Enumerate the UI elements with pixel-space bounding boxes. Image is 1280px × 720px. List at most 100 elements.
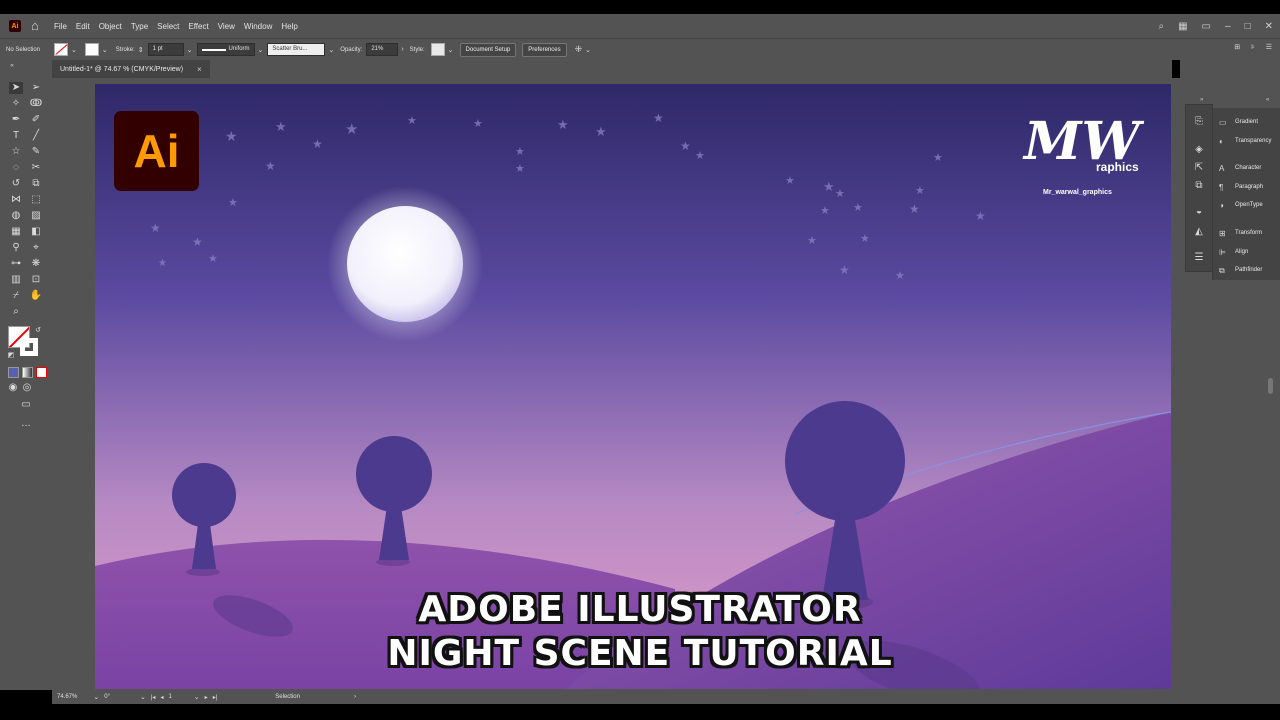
width-tool-icon[interactable]: ⋈ — [9, 194, 23, 206]
artboard-number-field[interactable]: 1 — [168, 694, 171, 700]
gradient-mode-icon[interactable] — [20, 367, 34, 379]
direct-selection-tool-icon[interactable]: ➢ — [29, 82, 43, 94]
menu-effect[interactable]: Effect — [188, 22, 208, 31]
artboard-tool-icon[interactable]: ⊡ — [29, 274, 43, 286]
chevron-down-icon[interactable]: ⌄ — [448, 46, 454, 54]
none-mode-icon[interactable] — [34, 367, 48, 379]
measure-tool-icon[interactable]: ⌖ — [29, 242, 43, 254]
last-artboard-icon[interactable]: ▸| — [213, 694, 218, 701]
hand-tool-icon[interactable]: ✋ — [29, 290, 43, 302]
menu-object[interactable]: Object — [99, 22, 122, 31]
document-setup-button[interactable]: Document Setup — [459, 42, 517, 57]
workspace-icon[interactable]: ▭ — [1202, 21, 1211, 32]
stroke-weight-field[interactable]: 1 pt — [147, 43, 184, 56]
panel-transparency[interactable]: ◐ Transparency — [1219, 134, 1271, 148]
graph-tool-icon[interactable]: ▥ — [9, 274, 23, 286]
close-tab-icon[interactable]: × — [197, 65, 202, 74]
menu-window[interactable]: Window — [244, 22, 272, 31]
swap-fill-stroke-icon[interactable]: ↺ — [31, 325, 45, 337]
menu-select[interactable]: Select — [157, 22, 179, 31]
next-artboard-icon[interactable]: ▸ — [205, 694, 208, 701]
star-tool-icon[interactable]: ☆ — [9, 146, 23, 158]
opacity-field[interactable]: 21% — [366, 43, 399, 56]
color-mode-icon[interactable] — [6, 367, 20, 379]
menu-help[interactable]: Help — [281, 22, 297, 31]
properties-icon[interactable]: ⎘ — [1192, 115, 1206, 129]
zoom-tool-icon[interactable]: ⌕ — [9, 306, 23, 318]
menu-edit[interactable]: Edit — [76, 22, 90, 31]
scissors-tool-icon[interactable]: ✂ — [29, 162, 43, 174]
chevron-down-icon[interactable]: ⌄ — [71, 46, 77, 54]
line-tool-icon[interactable]: ╱ — [29, 130, 43, 142]
draw-normal-icon[interactable]: ◉ — [6, 382, 20, 394]
chevron-down-icon[interactable]: ⌄ — [93, 693, 99, 701]
shape-builder-tool-icon[interactable]: ◍ — [9, 210, 23, 222]
rotate-tool-icon[interactable]: ↺ — [9, 178, 23, 190]
arrange-icon[interactable]: ⁜ — [575, 44, 583, 55]
style-swatch[interactable] — [430, 43, 445, 56]
home-icon[interactable]: ⌂ — [31, 19, 45, 33]
menu-list-icon[interactable]: ☰ — [1192, 251, 1206, 265]
curvature-tool-icon[interactable]: ✐ — [29, 114, 43, 126]
panel-character[interactable]: A Character — [1219, 161, 1261, 175]
eyedropper-tool-icon[interactable]: ⚲ — [9, 242, 23, 254]
panel-align[interactable]: ⊫ Align — [1219, 245, 1248, 259]
lasso-tool-icon[interactable]: ↂ — [29, 98, 43, 110]
document-tab[interactable]: Untitled-1* @ 74.67 % (CMYK/Preview) × — [52, 60, 210, 78]
align-icon[interactable]: ⊧ — [1251, 43, 1255, 51]
close-icon[interactable]: ✕ — [1265, 21, 1273, 32]
arrange-documents-icon[interactable]: ▦ — [1178, 21, 1187, 32]
graphic-styles-icon[interactable]: ◭ — [1192, 225, 1206, 239]
expand-panels-icon[interactable]: » — [1200, 97, 1203, 103]
stroke-profile-dropdown[interactable]: Uniform — [196, 43, 255, 56]
rotation-field[interactable]: 0° — [104, 694, 110, 700]
layers-icon[interactable]: ◈ — [1192, 143, 1206, 157]
chevron-down-icon[interactable]: ⌄ — [258, 46, 264, 54]
chevron-down-icon[interactable]: ⌄ — [194, 693, 200, 701]
pen-tool-icon[interactable]: ✒ — [9, 114, 23, 126]
panel-pathfinder[interactable]: ⧉ Pathfinder — [1219, 263, 1262, 277]
chevron-down-icon[interactable]: ⌄ — [585, 46, 591, 54]
libraries-icon[interactable]: ⧉ — [1192, 179, 1206, 193]
scale-tool-icon[interactable]: ⧉ — [29, 178, 43, 190]
align-options-icon[interactable]: ⊞ — [1234, 43, 1240, 51]
fill-swatch[interactable] — [54, 43, 69, 56]
symbol-sprayer-tool-icon[interactable]: ❋ — [29, 258, 43, 270]
brush-dropdown[interactable]: Scatter Bru... — [267, 43, 326, 56]
export-icon[interactable]: ⇱ — [1192, 161, 1206, 175]
draw-behind-icon[interactable]: ◎ — [20, 382, 34, 394]
panel-menu-icon[interactable]: ☰ — [1266, 43, 1272, 51]
chevron-down-icon[interactable]: ⌄ — [328, 46, 334, 54]
magic-wand-tool-icon[interactable]: ✧ — [9, 98, 23, 110]
gradient-tool-icon[interactable]: ◧ — [29, 226, 43, 238]
preferences-button[interactable]: Preferences — [522, 42, 567, 57]
vertical-scrollbar-thumb[interactable] — [1268, 378, 1273, 394]
free-transform-tool-icon[interactable]: ⬚ — [29, 194, 43, 206]
paintbrush-tool-icon[interactable]: ✎ — [29, 146, 43, 158]
panel-transform[interactable]: ⊞ Transform — [1219, 226, 1262, 240]
chevron-down-icon[interactable]: ⌄ — [102, 46, 108, 54]
search-icon[interactable]: ⌕ — [1158, 21, 1164, 32]
zoom-field[interactable]: 74.67% — [57, 694, 77, 700]
status-menu-icon[interactable]: › — [354, 694, 356, 700]
default-colors-icon[interactable]: ◩ — [4, 350, 18, 362]
menu-file[interactable]: File — [54, 22, 67, 31]
stepper-icon[interactable]: ⇕ — [138, 46, 144, 54]
more-tools-icon[interactable]: … — [19, 418, 33, 430]
type-tool-icon[interactable]: T — [9, 130, 23, 142]
panel-paragraph[interactable]: ¶ Paragraph — [1219, 180, 1263, 194]
appearance-icon[interactable]: ◒ — [1192, 205, 1206, 219]
slice-tool-icon[interactable]: ⌿ — [9, 290, 23, 302]
stroke-swatch[interactable] — [84, 43, 99, 56]
shaper-tool-icon[interactable]: ◌ — [9, 162, 23, 174]
first-artboard-icon[interactable]: |◂ — [151, 694, 156, 701]
screen-mode-icon[interactable]: ▭ — [19, 399, 33, 411]
menu-type[interactable]: Type — [131, 22, 148, 31]
mesh-tool-icon[interactable]: ▦ — [9, 226, 23, 238]
chevron-right-icon[interactable]: › — [401, 46, 403, 53]
collapse-panels-icon[interactable]: « — [1266, 97, 1269, 103]
blend-tool-icon[interactable]: ⊶ — [9, 258, 23, 270]
perspective-grid-tool-icon[interactable]: ▨ — [29, 210, 43, 222]
maximize-icon[interactable]: □ — [1245, 21, 1251, 32]
collapse-icon[interactable]: « — [5, 60, 19, 72]
